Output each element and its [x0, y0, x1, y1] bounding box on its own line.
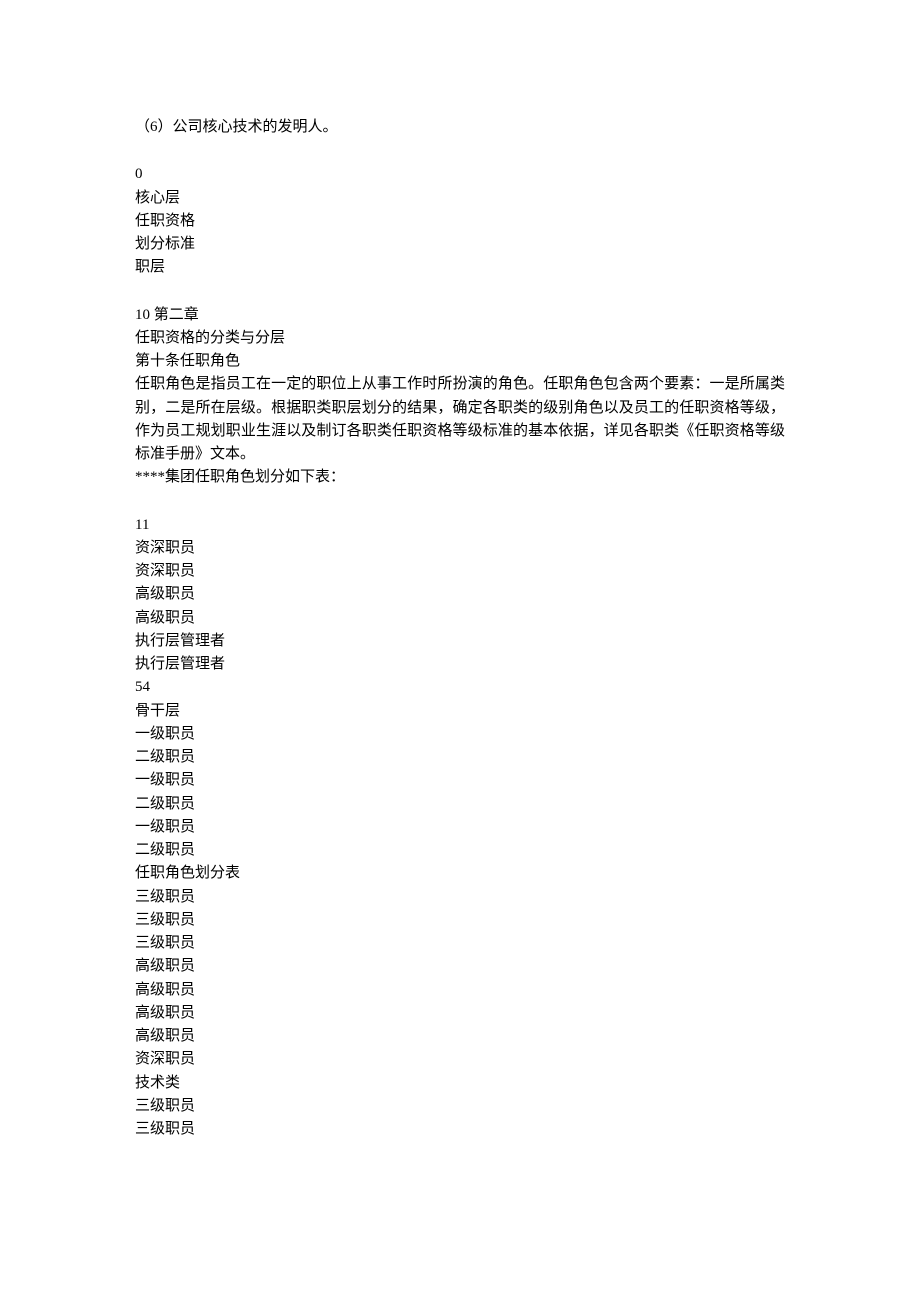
text-line: 三级职员: [135, 1118, 785, 1141]
text-line: 技术类: [135, 1072, 785, 1095]
text-line: 高级职员: [135, 583, 785, 606]
text-line: 三级职员: [135, 1095, 785, 1118]
chapter-heading: 10 第二章: [135, 304, 785, 327]
text-line: 资深职员: [135, 560, 785, 583]
text-line: 执行层管理者: [135, 630, 785, 653]
text-line: 一级职员: [135, 723, 785, 746]
closing-line: ****集团任职角色划分如下表：: [135, 466, 785, 489]
header-line: （6）公司核心技术的发明人。: [135, 116, 785, 139]
text-line: 执行层管理者: [135, 653, 785, 676]
text-line: 任职资格: [135, 210, 785, 233]
text-line: 二级职员: [135, 793, 785, 816]
text-line: 0: [135, 163, 785, 186]
text-line: 二级职员: [135, 746, 785, 769]
chapter-subtitle: 任职资格的分类与分层: [135, 327, 785, 350]
section-c: 11 资深职员 资深职员 高级职员 高级职员 执行层管理者 执行层管理者 54 …: [135, 514, 785, 1142]
section-b: 10 第二章 任职资格的分类与分层 第十条任职角色 任职角色是指员工在一定的职位…: [135, 304, 785, 490]
text-line: 高级职员: [135, 1025, 785, 1048]
text-line: 资深职员: [135, 537, 785, 560]
text-line: 高级职员: [135, 979, 785, 1002]
text-line: 11: [135, 514, 785, 537]
article-title: 第十条任职角色: [135, 350, 785, 373]
text-line: 高级职员: [135, 955, 785, 978]
text-line: 资深职员: [135, 1048, 785, 1071]
text-line: 二级职员: [135, 839, 785, 862]
text-line: 54: [135, 676, 785, 699]
text-line: 高级职员: [135, 1002, 785, 1025]
text-line: 高级职员: [135, 607, 785, 630]
text-line: 三级职员: [135, 932, 785, 955]
text-line: 骨干层: [135, 700, 785, 723]
article-paragraph: 任职角色是指员工在一定的职位上从事工作时所扮演的角色。任职角色包含两个要素：一是…: [135, 373, 785, 466]
text-line: 三级职员: [135, 886, 785, 909]
text-line: 一级职员: [135, 769, 785, 792]
header-block: （6）公司核心技术的发明人。: [135, 116, 785, 139]
text-line: 三级职员: [135, 909, 785, 932]
text-line: 核心层: [135, 187, 785, 210]
text-line: 职层: [135, 256, 785, 279]
text-line: 任职角色划分表: [135, 862, 785, 885]
section-a: 0 核心层 任职资格 划分标准 职层: [135, 163, 785, 279]
text-line: 划分标准: [135, 233, 785, 256]
text-line: 一级职员: [135, 816, 785, 839]
